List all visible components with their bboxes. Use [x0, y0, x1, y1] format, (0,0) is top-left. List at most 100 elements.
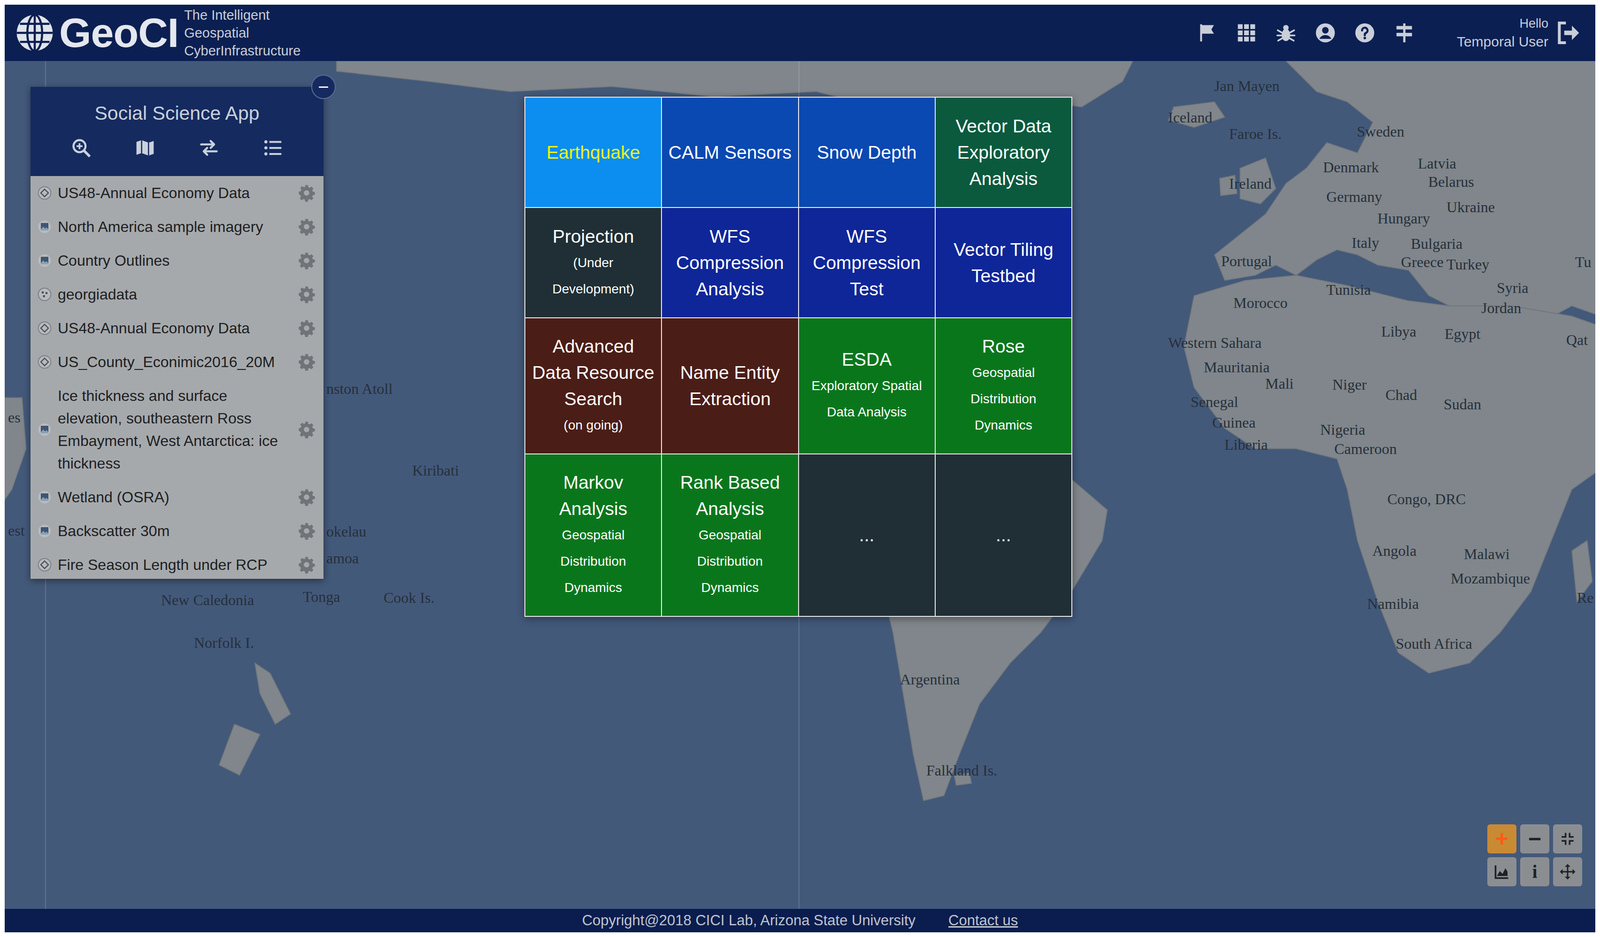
app-tile[interactable]: WFS Compression Analysis: [661, 207, 798, 318]
app-title: Projection: [552, 223, 634, 250]
vector-layer-icon: [37, 557, 53, 573]
header-tools: HelloTemporal User: [1196, 14, 1582, 52]
raster-layer-icon: [37, 422, 53, 438]
point-layer-icon: [37, 286, 53, 302]
place-label: Latvia: [1417, 154, 1457, 173]
app-tile[interactable]: CALM Sensors: [661, 97, 798, 208]
place-label: Turkey: [1446, 255, 1490, 274]
app-tile[interactable]: WFS Compression Test: [799, 207, 935, 318]
vector-layer-icon: [37, 185, 53, 201]
app-tile[interactable]: ESDAExploratory Spatial Data Analysis: [799, 318, 935, 454]
place-label: Tu: [1575, 253, 1592, 271]
app-title: Rose: [982, 333, 1025, 360]
layer-item[interactable]: Backscatter 30m: [30, 514, 324, 548]
layer-item[interactable]: georgiadata: [30, 277, 324, 312]
gear-icon[interactable]: [297, 555, 316, 575]
layer-item[interactable]: Country Outlines: [30, 243, 324, 278]
app-tile[interactable]: Name Entity Extraction: [661, 318, 798, 454]
place-label: Tunisia: [1326, 280, 1371, 299]
app-tile[interactable]: Vector Tiling Testbed: [935, 207, 1072, 318]
app-title: ...: [995, 522, 1012, 549]
gear-icon[interactable]: [297, 420, 316, 439]
apps-grid-icon[interactable]: [1236, 22, 1257, 44]
place-label: Tonga: [302, 587, 341, 606]
place-label: Sweden: [1356, 122, 1405, 141]
place-label: Egypt: [1444, 324, 1481, 343]
app-tile[interactable]: RoseGeospatial Distribution Dynamics: [935, 318, 1072, 454]
place-label: Italy: [1351, 233, 1380, 252]
app-tile[interactable]: ...: [935, 454, 1072, 616]
gear-icon[interactable]: [297, 521, 316, 541]
place-label: Libya: [1381, 322, 1417, 341]
app-tile[interactable]: Vector Data Exploratory Analysis: [935, 97, 1072, 208]
gear-icon[interactable]: [297, 352, 316, 372]
bug-icon[interactable]: [1275, 22, 1297, 44]
place-label: Ukraine: [1446, 198, 1495, 216]
layer-item[interactable]: US48-Annual Economy Data: [30, 176, 324, 210]
layer-item[interactable]: North America sample imagery: [30, 209, 324, 244]
place-label: Nigeria: [1320, 420, 1366, 439]
zoom-in-button[interactable]: +: [1487, 824, 1517, 854]
logo[interactable]: GeoCIThe IntelligentGeospatialCyberInfra…: [15, 6, 301, 60]
place-label: Sudan: [1443, 395, 1482, 414]
gear-icon[interactable]: [297, 284, 316, 304]
user-icon[interactable]: [1315, 22, 1336, 44]
zoom-in-icon[interactable]: [70, 137, 92, 159]
user-info: HelloTemporal User: [1456, 14, 1549, 52]
collapse-button[interactable]: −: [311, 74, 336, 100]
logo-text: GeoCI: [59, 12, 179, 54]
app-tile[interactable]: Markov AnalysisGeospatial Distribution D…: [525, 454, 662, 616]
place-label: Chad: [1385, 385, 1418, 404]
panel-title: Social Science App: [94, 100, 260, 127]
app-title: Name Entity Extraction: [667, 359, 793, 413]
zoom-out-button[interactable]: −: [1520, 824, 1550, 854]
layer-item[interactable]: Ice thickness and surface elevation, sou…: [30, 378, 324, 481]
app-subtitle: Geospatial Distribution Dynamics: [667, 522, 793, 601]
fullscreen-button[interactable]: [1553, 824, 1583, 854]
place-label: Jan Mayen: [1214, 76, 1280, 95]
place-label: Faroe Is.: [1229, 124, 1282, 143]
chart-button[interactable]: [1487, 857, 1517, 887]
pan-button[interactable]: [1553, 857, 1583, 887]
app-tile[interactable]: Advanced Data Resource Search(on going): [525, 318, 662, 454]
user-menu[interactable]: HelloTemporal User: [1456, 14, 1582, 52]
app-subtitle: Exploratory Spatial Data Analysis: [804, 372, 930, 426]
layer-item[interactable]: US48-Annual Economy Data: [30, 311, 324, 346]
help-icon[interactable]: [1354, 22, 1376, 44]
place-label: Germany: [1326, 187, 1383, 206]
logout-icon[interactable]: [1554, 19, 1582, 47]
app-tile[interactable]: Projection(Under Development): [525, 207, 662, 318]
gear-icon[interactable]: [297, 251, 316, 270]
app-title: Vector Tiling Testbed: [941, 236, 1066, 290]
layer-panel: Social Science App−US48-Annual Economy D…: [30, 86, 324, 579]
place-label: Cook Is.: [383, 588, 435, 607]
layer-item[interactable]: US_County_Econimic2016_20M: [30, 345, 324, 379]
contact-link[interactable]: Contact us: [948, 909, 1018, 932]
swap-icon[interactable]: [198, 137, 220, 159]
map-icon[interactable]: [134, 137, 156, 159]
gear-icon[interactable]: [297, 487, 316, 507]
app-title: Vector Data Exploratory Analysis: [941, 113, 1066, 193]
list-icon[interactable]: [262, 137, 284, 159]
app-subtitle: Geospatial Distribution Dynamics: [530, 522, 656, 601]
gear-icon[interactable]: [297, 318, 316, 338]
place-label: South Africa: [1395, 634, 1473, 653]
layer-item[interactable]: Fire Season Length under RCP: [30, 547, 324, 579]
map[interactable]: Jan MayenIcelandFaroe Is.SwedenDenmarkLa…: [4, 61, 1596, 909]
place-label: Namibia: [1367, 594, 1419, 613]
info-button[interactable]: i: [1520, 857, 1550, 887]
flag-icon[interactable]: [1196, 22, 1218, 44]
app-tile[interactable]: ...: [799, 454, 935, 616]
place-label: Mali: [1265, 374, 1294, 393]
signpost-icon[interactable]: [1393, 22, 1415, 44]
app-title: Earthquake: [546, 139, 640, 166]
place-label: Cameroon: [1334, 439, 1397, 458]
app-tile[interactable]: Earthquake: [525, 97, 662, 208]
gear-icon[interactable]: [297, 183, 316, 203]
layer-item[interactable]: Wetland (OSRA): [30, 480, 324, 515]
place-label: Syria: [1496, 278, 1529, 297]
app-tile[interactable]: Rank Based AnalysisGeospatial Distributi…: [661, 454, 798, 616]
app-tile[interactable]: Snow Depth: [799, 97, 935, 208]
gear-icon[interactable]: [297, 217, 316, 237]
raster-layer-icon: [37, 219, 53, 235]
